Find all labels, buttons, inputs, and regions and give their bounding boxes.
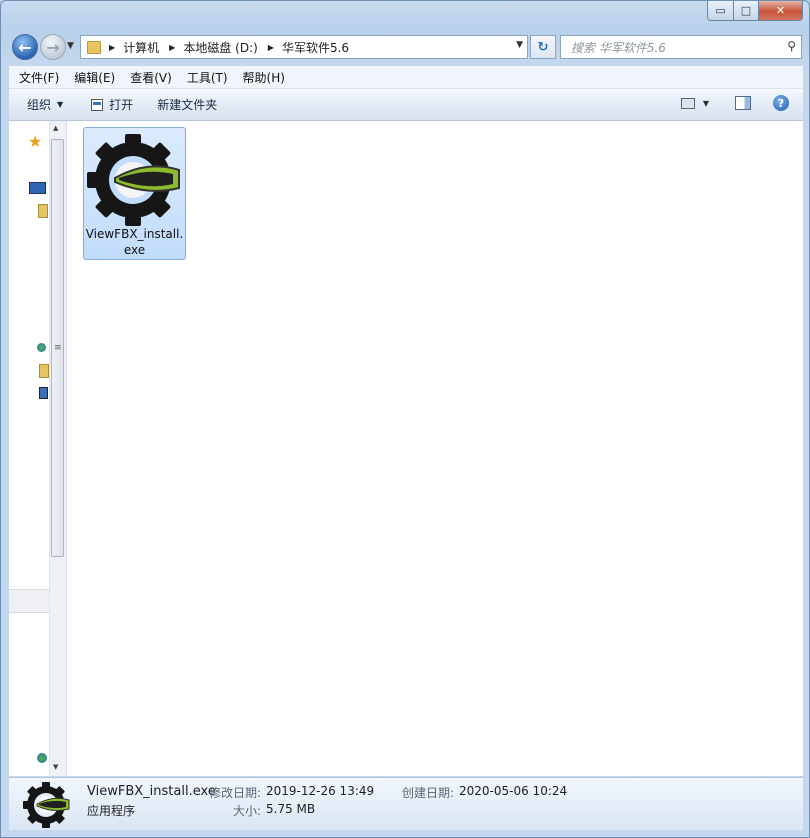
arrow-left-icon: ← <box>18 37 32 57</box>
open-button[interactable]: 打开 <box>73 96 143 113</box>
breadcrumb-local-disk[interactable]: 本地磁盘 (D:) <box>183 39 257 56</box>
details-file-type: 应用程序 <box>87 804 136 818</box>
horizontal-scrollbar[interactable] <box>9 589 49 613</box>
size-label: 大小: <box>233 804 262 818</box>
chevron-down-icon[interactable]: ▼ <box>703 99 709 108</box>
file-item-viewfbx-install[interactable]: ViewFBX_install.exe <box>83 127 186 260</box>
menu-file[interactable]: 文件(F) <box>9 69 64 86</box>
file-list-area[interactable]: ViewFBX_install.exe <box>67 121 803 776</box>
breadcrumb: ▶ 计算机 ▶ 本地磁盘 (D:) ▶ 华军软件5.6 <box>109 39 359 56</box>
gear-app-icon <box>87 130 183 229</box>
grip-icon: ≡ <box>54 343 62 353</box>
command-bar: 组织 ▼ 打开 新建文件夹 ▼ ? <box>9 89 803 121</box>
view-controls: ▼ ? <box>680 95 789 111</box>
chevron-down-icon[interactable]: ▼ <box>516 40 523 50</box>
menu-help[interactable]: 帮助(H) <box>233 69 290 86</box>
folder-icon <box>87 40 101 54</box>
created-date-value: 2020-05-06 10:24 <box>459 784 568 798</box>
minimize-button[interactable]: ▭ <box>707 1 734 21</box>
back-button[interactable]: ← <box>12 34 38 60</box>
organize-label: 组织 <box>27 98 52 112</box>
details-file-name: ViewFBX_install.exe <box>87 784 216 799</box>
modified-date-label: 修改日期: <box>209 786 262 800</box>
scroll-up-arrow-icon[interactable]: ▲ <box>53 124 58 132</box>
size-value: 5.75 MB <box>266 802 316 816</box>
refresh-icon: ↻ <box>537 39 549 55</box>
scroll-down-arrow-icon[interactable]: ▼ <box>53 763 58 771</box>
address-bar[interactable]: ▶ 计算机 ▶ 本地磁盘 (D:) ▶ 华军软件5.6 ▼ <box>80 35 528 59</box>
recent-pages-dropdown[interactable]: ▼ <box>67 41 74 51</box>
menu-tools[interactable]: 工具(T) <box>177 69 233 86</box>
breadcrumb-current-folder[interactable]: 华军软件5.6 <box>282 39 349 56</box>
menu-view[interactable]: 查看(V) <box>120 69 177 86</box>
breadcrumb-computer[interactable]: 计算机 <box>123 39 159 56</box>
vertical-scrollbar[interactable]: ▲ ≡ ▼ <box>49 121 66 776</box>
search-box[interactable]: ⚲ <box>560 35 802 59</box>
arrow-right-icon: → <box>46 37 60 57</box>
menu-bar: 文件(F) 编辑(E) 查看(V) 工具(T) 帮助(H) <box>9 66 803 89</box>
caption-buttons: ▭ □ ✕ <box>707 1 803 21</box>
modified-date-value: 2019-12-26 13:49 <box>266 784 375 798</box>
refresh-button[interactable]: ↻ <box>530 35 556 59</box>
folder-icon[interactable] <box>39 364 49 378</box>
preview-pane-icon[interactable] <box>735 96 751 110</box>
details-pane: ViewFBX_install.exe 应用程序 修改日期: 2019-12-2… <box>9 777 803 830</box>
new-folder-button[interactable]: 新建文件夹 <box>143 96 227 113</box>
new-folder-label: 新建文件夹 <box>157 98 218 112</box>
libraries-icon[interactable] <box>38 204 48 218</box>
computer-icon[interactable] <box>39 387 48 399</box>
menu-edit[interactable]: 编辑(E) <box>64 69 120 86</box>
search-input[interactable] <box>569 38 773 58</box>
favorites-star-icon[interactable]: ★ <box>28 132 42 151</box>
chevron-right-icon[interactable]: ▶ <box>109 43 115 52</box>
created-date-label: 创建日期: <box>402 786 455 800</box>
close-button[interactable]: ✕ <box>759 1 803 21</box>
change-view-icon[interactable] <box>680 97 695 109</box>
maximize-button[interactable]: □ <box>734 1 759 21</box>
explorer-window: ▭ □ ✕ ← → ▼ ▶ 计算机 ▶ 本地磁盘 (D:) ▶ 华军软件5.6 … <box>0 0 810 838</box>
search-icon[interactable]: ⚲ <box>787 39 796 53</box>
network-icon[interactable] <box>37 753 47 763</box>
chevron-down-icon: ▼ <box>57 100 64 109</box>
organize-button[interactable]: 组织 ▼ <box>9 96 73 113</box>
forward-button[interactable]: → <box>40 34 66 60</box>
desktop-icon[interactable] <box>29 182 46 194</box>
file-name-label: ViewFBX_install.exe <box>85 227 184 257</box>
open-label: 打开 <box>109 98 134 112</box>
gear-app-icon <box>23 780 71 831</box>
chevron-right-icon[interactable]: ▶ <box>169 43 175 52</box>
help-icon[interactable]: ? <box>773 95 789 111</box>
homegroup-icon[interactable] <box>37 343 46 352</box>
chevron-right-icon[interactable]: ▶ <box>268 43 274 52</box>
open-app-icon <box>91 98 104 111</box>
navigation-pane[interactable]: ★ ▲ ≡ ▼ <box>9 121 67 776</box>
